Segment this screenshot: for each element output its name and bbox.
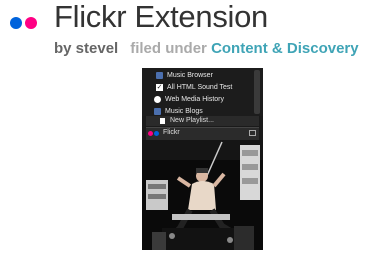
author-link[interactable]: by stevel <box>54 40 118 57</box>
pink-dot-icon <box>25 17 37 29</box>
menu-item-label: Web Media History <box>165 96 225 103</box>
flickr-logo-icon <box>10 17 43 29</box>
pink-dot-icon <box>148 131 153 136</box>
menu-item-music-browser: Music Browser <box>156 70 213 81</box>
play-icon <box>154 96 161 103</box>
folder-icon <box>154 108 161 115</box>
category-link[interactable]: Content & Discovery <box>211 40 359 57</box>
byline: by stevel filed under Content & Discovery <box>54 40 359 57</box>
menu-item-label: Music Blogs <box>165 108 203 115</box>
menu-item-html-sound-test: ✓ All HTML Sound Test <box>156 82 232 93</box>
concert-photo <box>142 140 263 250</box>
flickr-panel-header: Flickr <box>146 127 259 140</box>
blue-dot-icon <box>10 17 22 29</box>
sidebar-panel: Music Browser ✓ All HTML Sound Test Web … <box>142 68 263 116</box>
window-icon <box>249 130 256 136</box>
page-title: Flickr Extension <box>54 0 268 34</box>
extension-screenshot: Music Browser ✓ All HTML Sound Test Web … <box>142 68 263 250</box>
menu-item-label: Music Browser <box>167 72 213 79</box>
flickr-panel-title: Flickr <box>163 129 180 136</box>
menu-item-web-media-history: Web Media History <box>154 94 224 105</box>
menu-item-label: All HTML Sound Test <box>167 84 233 91</box>
new-playlist-label: New Playlist... <box>170 117 214 124</box>
folder-icon <box>156 72 163 79</box>
scrollbar <box>254 70 260 114</box>
filed-under-label: filed under <box>130 40 207 57</box>
check-icon: ✓ <box>156 84 163 91</box>
new-playlist-item: New Playlist... <box>146 116 259 126</box>
document-icon <box>160 118 165 124</box>
blue-dot-icon <box>154 131 159 136</box>
